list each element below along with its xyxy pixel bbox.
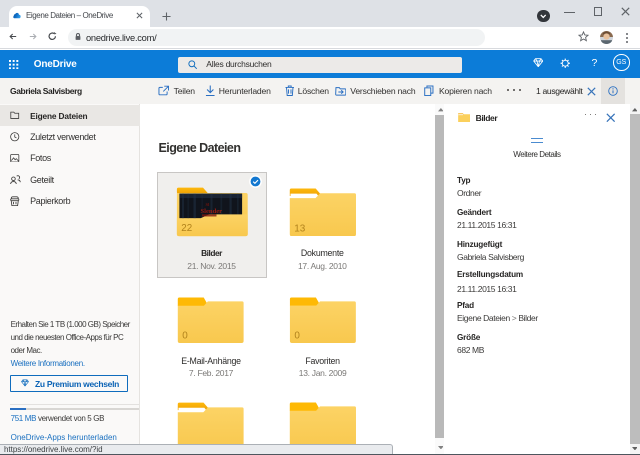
svg-text:0: 0 (294, 331, 300, 342)
svg-text:22: 22 (182, 223, 193, 234)
svg-text:13: 13 (294, 223, 306, 234)
svg-text:0: 0 (182, 330, 188, 341)
svg-text:Slender: Slender (201, 208, 223, 215)
